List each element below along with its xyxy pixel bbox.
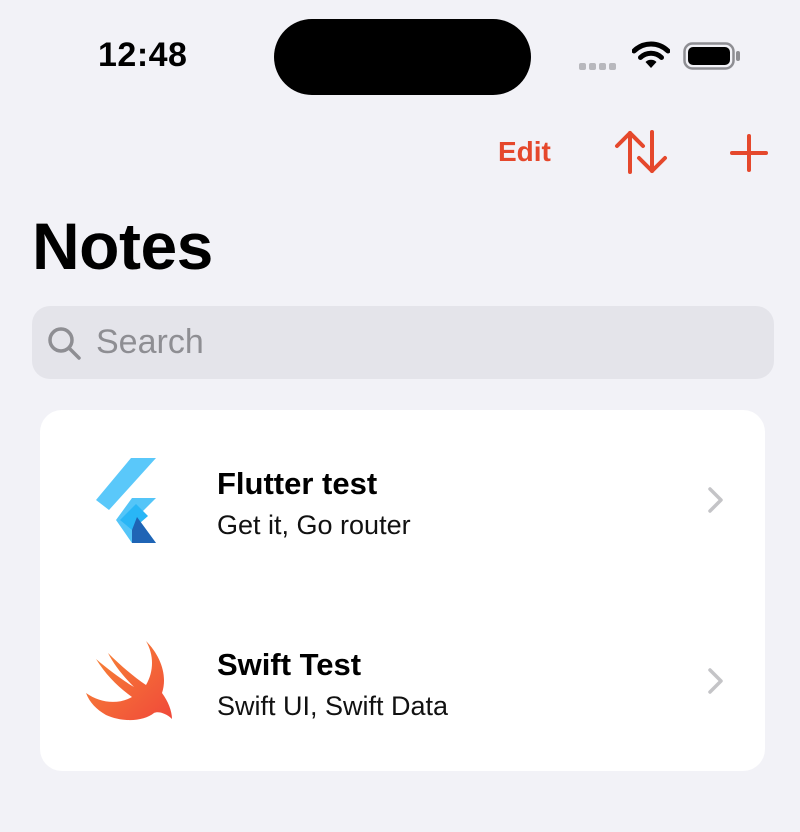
note-title: Flutter test (217, 466, 378, 501)
search-input[interactable] (96, 323, 736, 362)
swift-logo-icon (86, 641, 172, 721)
sort-arrows-icon (615, 130, 667, 174)
dynamic-island (274, 19, 531, 95)
plus-icon (730, 134, 768, 172)
cellular-signal-icon (579, 63, 616, 70)
notes-list: Flutter test Get it, Go router Swift Tes… (40, 410, 765, 771)
note-title: Swift Test (217, 647, 362, 682)
search-bar[interactable] (32, 306, 774, 379)
chevron-right-icon (708, 487, 723, 513)
page-title: Notes (32, 209, 213, 283)
search-icon (46, 325, 82, 361)
note-subtitle: Swift UI, Swift Data (217, 691, 449, 721)
flutter-logo-icon (96, 458, 156, 543)
status-time: 12:48 (98, 36, 188, 74)
list-item-swift-test[interactable]: Swift Test Swift UI, Swift Data (40, 591, 765, 771)
sort-button[interactable] (612, 128, 670, 176)
chevron-right-icon (708, 668, 723, 694)
note-subtitle: Get it, Go router (217, 510, 411, 540)
list-item-flutter-test[interactable]: Flutter test Get it, Go router (40, 410, 765, 590)
edit-button[interactable]: Edit (498, 136, 551, 168)
add-note-button[interactable] (730, 134, 768, 172)
battery-icon (683, 42, 740, 70)
wifi-icon (632, 41, 670, 68)
